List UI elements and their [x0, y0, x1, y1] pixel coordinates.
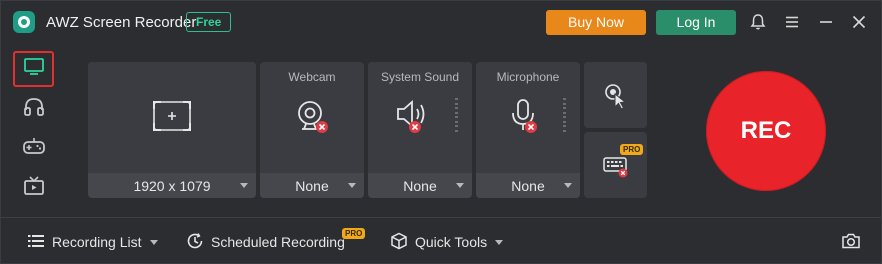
- region-select-icon: [152, 100, 192, 137]
- app-title: AWZ Screen Recorder: [46, 14, 197, 31]
- close-icon[interactable]: [848, 11, 870, 33]
- chevron-down-icon: [495, 239, 504, 245]
- webcam-value: None: [295, 177, 329, 194]
- capture-area-panel[interactable]: 1920 x 1079: [88, 62, 256, 198]
- keystroke-display-button[interactable]: PRO: [584, 132, 647, 198]
- quick-tools-button[interactable]: Quick Tools: [390, 231, 504, 253]
- system-sound-label: System Sound: [380, 70, 460, 84]
- bell-icon[interactable]: [747, 11, 769, 33]
- recording-list-button[interactable]: Recording List: [27, 231, 158, 253]
- nav-game-recording[interactable]: [13, 130, 54, 166]
- tv-icon: [22, 175, 46, 202]
- capture-area-value: 1920 x 1079: [133, 177, 211, 194]
- free-badge: Free: [186, 12, 232, 32]
- system-sound-value: None: [403, 177, 437, 194]
- menu-icon[interactable]: [781, 11, 803, 33]
- chevron-down-icon: [456, 183, 464, 188]
- list-icon: [27, 233, 45, 252]
- microphone-dropdown[interactable]: None: [476, 173, 580, 198]
- quick-tools-label: Quick Tools: [415, 234, 488, 250]
- recording-list-label: Recording List: [52, 234, 142, 250]
- system-sound-panel[interactable]: System Sound None: [368, 62, 472, 198]
- title-bar: AWZ Screen Recorder Free Buy Now Log In: [1, 1, 881, 43]
- system-sound-dropdown[interactable]: None: [368, 173, 472, 198]
- minimize-icon[interactable]: [815, 11, 837, 33]
- speaker-disabled-icon: [394, 96, 434, 141]
- app-logo: [13, 11, 35, 33]
- keyboard-disabled-icon: [602, 154, 632, 185]
- capture-area-dropdown[interactable]: 1920 x 1079: [88, 173, 256, 198]
- screenshot-camera-icon[interactable]: [841, 232, 861, 255]
- webcam-dropdown[interactable]: None: [260, 173, 364, 198]
- scheduled-recording-label: Scheduled Recording: [211, 234, 345, 250]
- cursor-click-icon: [602, 82, 630, 115]
- buy-now-button[interactable]: Buy Now: [546, 10, 646, 35]
- microphone-panel[interactable]: Microphone None: [476, 62, 580, 198]
- scheduled-recording-button[interactable]: Scheduled Recording PRO: [186, 228, 366, 253]
- headphones-icon: [22, 96, 46, 123]
- app-window: AWZ Screen Recorder Free Buy Now Log In: [0, 0, 882, 264]
- clock-icon: [186, 232, 204, 253]
- pro-badge: PRO: [342, 228, 366, 239]
- system-sound-level-meter: [455, 98, 458, 132]
- log-in-button[interactable]: Log In: [656, 10, 736, 35]
- chevron-down-icon: [348, 183, 356, 188]
- nav-screen-recording[interactable]: [13, 51, 54, 87]
- nav-tv-recording[interactable]: [13, 170, 54, 206]
- monitor-icon: [22, 56, 46, 83]
- chevron-down-icon: [240, 183, 248, 188]
- microphone-value: None: [511, 177, 545, 194]
- nav-audio-recording[interactable]: [13, 91, 54, 127]
- microphone-disabled-icon: [504, 96, 544, 141]
- microphone-level-meter: [563, 98, 566, 132]
- footer-divider: [1, 217, 881, 218]
- cube-icon: [390, 232, 408, 253]
- webcam-label: Webcam: [288, 70, 336, 84]
- gamepad-icon: [22, 135, 46, 162]
- cursor-effects-button[interactable]: [584, 62, 647, 128]
- microphone-label: Microphone: [496, 70, 560, 84]
- chevron-down-icon: [149, 239, 158, 245]
- record-button[interactable]: REC: [706, 71, 826, 191]
- webcam-disabled-icon: [292, 96, 332, 141]
- chevron-down-icon: [564, 183, 572, 188]
- webcam-panel[interactable]: Webcam None: [260, 62, 364, 198]
